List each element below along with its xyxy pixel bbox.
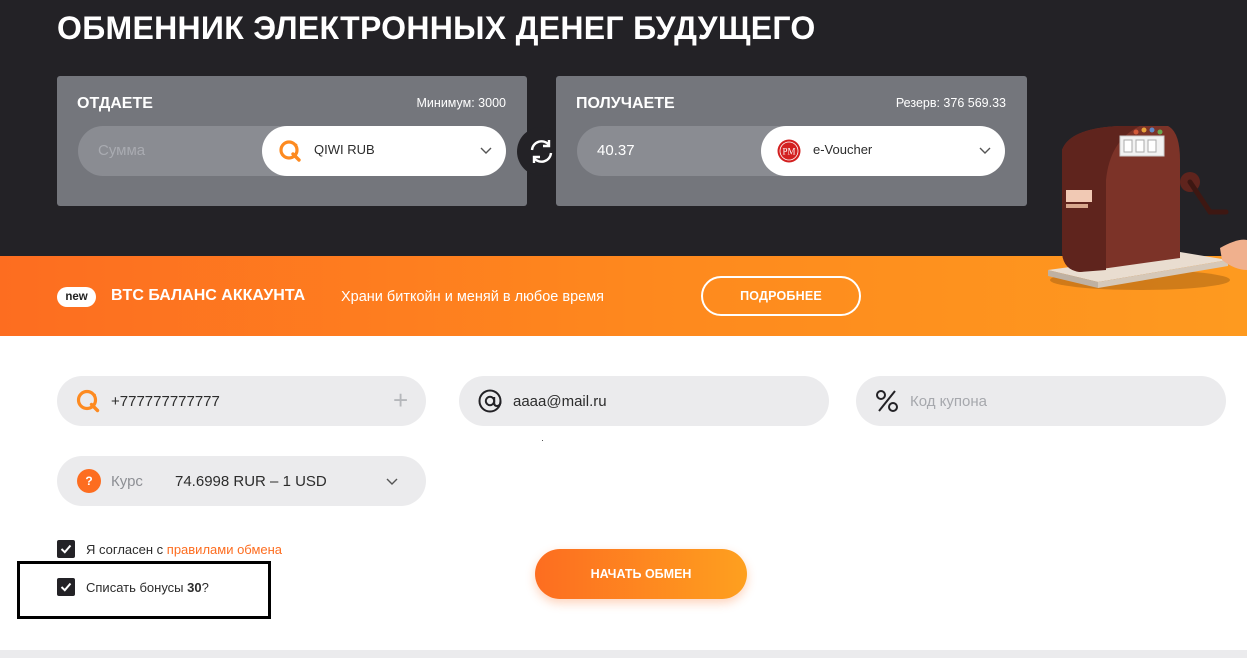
- banner-text: Храни биткойн и меняй в любое время: [341, 289, 605, 305]
- rules-link[interactable]: правилами обмена: [167, 542, 282, 557]
- coupon-field[interactable]: Код купона: [856, 376, 1226, 426]
- cash-register-illustration: [1048, 126, 1247, 290]
- rate-dropdown[interactable]: ? Курс 74.6998 RUR – 1 USD: [57, 456, 426, 506]
- get-currency-select[interactable]: PM e-Voucher: [761, 126, 1005, 176]
- chevron-down-icon: [979, 147, 991, 154]
- page-title: ОБМЕННИК ЭЛЕКТРОННЫХ ДЕНЕГ БУДУЩЕГО: [57, 10, 816, 46]
- get-reserve: Резерв: 376 569.33: [895, 96, 1006, 110]
- bonus-text: Списать бонусы: [86, 580, 188, 595]
- plus-icon: +: [393, 385, 409, 415]
- qiwi-icon: [279, 140, 301, 162]
- phone-value: +777777777777: [111, 393, 220, 410]
- bonus-suffix: ?: [201, 580, 209, 595]
- agree-label: Я согласен с правилами обмена: [86, 542, 282, 557]
- pm-icon-text: PM: [782, 147, 795, 157]
- stray-dot: [542, 440, 543, 441]
- get-currency-label: e-Voucher: [813, 142, 873, 157]
- checkmark-icon: [60, 544, 72, 554]
- new-badge: new: [57, 287, 96, 307]
- agree-text: Я согласен с: [86, 542, 167, 557]
- get-panel: ПОЛУЧАЕТЕ Резерв: 376 569.33 40.37 PM e-…: [556, 76, 1027, 206]
- give-currency-select[interactable]: QIWI RUB: [262, 126, 506, 176]
- at-icon: [478, 389, 502, 413]
- footer-divider: [0, 650, 1247, 658]
- give-minimum: Минимум: 3000: [416, 96, 506, 110]
- add-phone-button[interactable]: +: [378, 376, 426, 426]
- give-panel: ОТДАЕТЕ Минимум: 3000 Сумма QIWI RUB: [57, 76, 527, 206]
- email-field[interactable]: aaaa@mail.ru: [459, 376, 829, 426]
- qiwi-icon: [76, 389, 100, 413]
- banner-title: BTC БАЛАНС АККАУНТА: [111, 287, 306, 304]
- question-icon: ?: [77, 469, 101, 493]
- start-exchange-button[interactable]: НАЧАТЬ ОБМЕН: [535, 549, 747, 599]
- bonus-label: Списать бонусы 30?: [86, 580, 209, 595]
- email-value: aaaa@mail.ru: [513, 393, 607, 410]
- swap-icon: [530, 140, 553, 163]
- bonus-amount: 30: [187, 580, 202, 595]
- more-button[interactable]: ПОДРОБНЕЕ: [701, 276, 861, 316]
- chevron-down-icon: [386, 478, 398, 485]
- agree-checkbox[interactable]: [57, 540, 75, 558]
- phone-field[interactable]: +777777777777 +: [57, 376, 426, 426]
- perfect-money-icon: PM: [777, 139, 801, 163]
- get-label: ПОЛУЧАЕТЕ: [576, 95, 675, 112]
- give-currency-label: QIWI RUB: [314, 142, 375, 157]
- checkmark-icon: [60, 582, 72, 592]
- bonus-checkbox[interactable]: [57, 578, 75, 596]
- give-label: ОТДАЕТЕ: [77, 95, 153, 112]
- coupon-placeholder: Код купона: [910, 393, 987, 410]
- rate-label: Курс: [111, 473, 143, 490]
- exchange-page: ОБМЕННИК ЭЛЕКТРОННЫХ ДЕНЕГ БУДУЩЕГО ОТДА…: [0, 0, 1247, 658]
- chevron-down-icon: [480, 147, 492, 154]
- percent-icon: [876, 390, 898, 412]
- rate-value: 74.6998 RUR – 1 USD: [175, 473, 327, 490]
